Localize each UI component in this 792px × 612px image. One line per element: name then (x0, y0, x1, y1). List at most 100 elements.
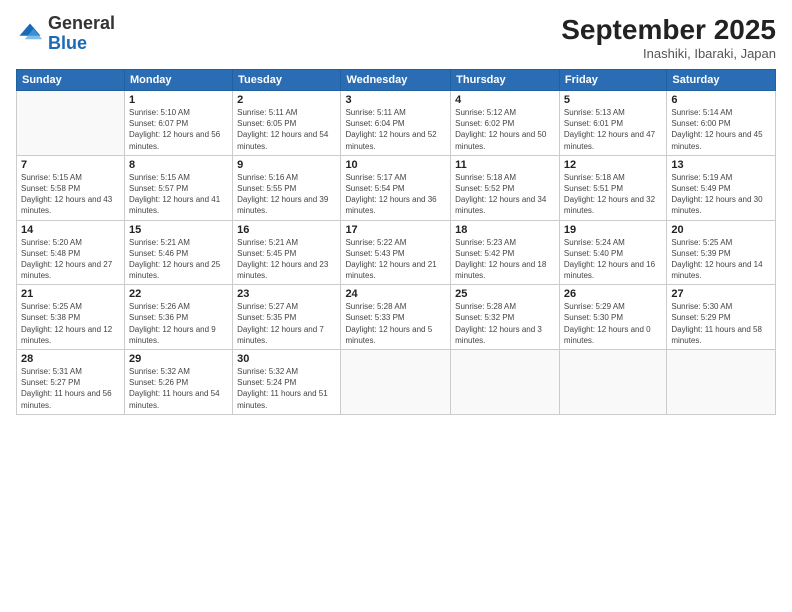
logo-icon (16, 20, 44, 48)
weekday-header: Wednesday (341, 70, 451, 91)
day-info: Sunrise: 5:25 AM Sunset: 5:39 PM Dayligh… (671, 237, 771, 282)
calendar-cell: 23Sunrise: 5:27 AM Sunset: 5:35 PM Dayli… (233, 285, 341, 350)
day-number: 29 (129, 353, 228, 365)
calendar-week-row: 1Sunrise: 5:10 AM Sunset: 6:07 PM Daylig… (17, 91, 776, 156)
weekday-header: Sunday (17, 70, 125, 91)
calendar-cell (341, 350, 451, 415)
day-number: 2 (237, 94, 336, 106)
day-number: 20 (671, 224, 771, 236)
logo-blue: Blue (48, 33, 87, 53)
day-info: Sunrise: 5:24 AM Sunset: 5:40 PM Dayligh… (564, 237, 662, 282)
calendar-cell: 2Sunrise: 5:11 AM Sunset: 6:05 PM Daylig… (233, 91, 341, 156)
day-number: 6 (671, 94, 771, 106)
calendar-week-row: 28Sunrise: 5:31 AM Sunset: 5:27 PM Dayli… (17, 350, 776, 415)
calendar-cell: 13Sunrise: 5:19 AM Sunset: 5:49 PM Dayli… (667, 155, 776, 220)
day-info: Sunrise: 5:14 AM Sunset: 6:00 PM Dayligh… (671, 107, 771, 152)
calendar-cell: 9Sunrise: 5:16 AM Sunset: 5:55 PM Daylig… (233, 155, 341, 220)
calendar-cell: 20Sunrise: 5:25 AM Sunset: 5:39 PM Dayli… (667, 220, 776, 285)
day-number: 7 (21, 159, 120, 171)
calendar-cell: 18Sunrise: 5:23 AM Sunset: 5:42 PM Dayli… (451, 220, 560, 285)
calendar-cell: 10Sunrise: 5:17 AM Sunset: 5:54 PM Dayli… (341, 155, 451, 220)
calendar-cell: 17Sunrise: 5:22 AM Sunset: 5:43 PM Dayli… (341, 220, 451, 285)
calendar-cell: 1Sunrise: 5:10 AM Sunset: 6:07 PM Daylig… (124, 91, 232, 156)
day-info: Sunrise: 5:31 AM Sunset: 5:27 PM Dayligh… (21, 366, 120, 411)
day-number: 25 (455, 288, 555, 300)
day-info: Sunrise: 5:16 AM Sunset: 5:55 PM Dayligh… (237, 172, 336, 217)
logo-general: General (48, 13, 115, 33)
day-info: Sunrise: 5:23 AM Sunset: 5:42 PM Dayligh… (455, 237, 555, 282)
day-info: Sunrise: 5:32 AM Sunset: 5:26 PM Dayligh… (129, 366, 228, 411)
calendar-cell: 8Sunrise: 5:15 AM Sunset: 5:57 PM Daylig… (124, 155, 232, 220)
day-info: Sunrise: 5:12 AM Sunset: 6:02 PM Dayligh… (455, 107, 555, 152)
day-number: 18 (455, 224, 555, 236)
day-number: 14 (21, 224, 120, 236)
calendar-cell (17, 91, 125, 156)
calendar-cell: 28Sunrise: 5:31 AM Sunset: 5:27 PM Dayli… (17, 350, 125, 415)
weekday-header: Thursday (451, 70, 560, 91)
day-info: Sunrise: 5:27 AM Sunset: 5:35 PM Dayligh… (237, 301, 336, 346)
calendar: SundayMondayTuesdayWednesdayThursdayFrid… (16, 69, 776, 415)
calendar-cell (559, 350, 666, 415)
day-info: Sunrise: 5:13 AM Sunset: 6:01 PM Dayligh… (564, 107, 662, 152)
calendar-cell: 29Sunrise: 5:32 AM Sunset: 5:26 PM Dayli… (124, 350, 232, 415)
calendar-week-row: 7Sunrise: 5:15 AM Sunset: 5:58 PM Daylig… (17, 155, 776, 220)
day-info: Sunrise: 5:18 AM Sunset: 5:51 PM Dayligh… (564, 172, 662, 217)
day-number: 23 (237, 288, 336, 300)
day-info: Sunrise: 5:20 AM Sunset: 5:48 PM Dayligh… (21, 237, 120, 282)
day-info: Sunrise: 5:15 AM Sunset: 5:57 PM Dayligh… (129, 172, 228, 217)
day-info: Sunrise: 5:28 AM Sunset: 5:32 PM Dayligh… (455, 301, 555, 346)
weekday-header: Tuesday (233, 70, 341, 91)
calendar-cell: 15Sunrise: 5:21 AM Sunset: 5:46 PM Dayli… (124, 220, 232, 285)
day-info: Sunrise: 5:11 AM Sunset: 6:05 PM Dayligh… (237, 107, 336, 152)
header: General Blue September 2025 Inashiki, Ib… (16, 14, 776, 61)
calendar-cell: 25Sunrise: 5:28 AM Sunset: 5:32 PM Dayli… (451, 285, 560, 350)
day-number: 21 (21, 288, 120, 300)
calendar-cell (451, 350, 560, 415)
logo-text: General Blue (48, 14, 115, 54)
calendar-cell: 4Sunrise: 5:12 AM Sunset: 6:02 PM Daylig… (451, 91, 560, 156)
location: Inashiki, Ibaraki, Japan (561, 46, 776, 61)
calendar-cell (667, 350, 776, 415)
calendar-cell: 3Sunrise: 5:11 AM Sunset: 6:04 PM Daylig… (341, 91, 451, 156)
day-info: Sunrise: 5:21 AM Sunset: 5:45 PM Dayligh… (237, 237, 336, 282)
day-number: 4 (455, 94, 555, 106)
day-number: 26 (564, 288, 662, 300)
day-number: 16 (237, 224, 336, 236)
calendar-cell: 5Sunrise: 5:13 AM Sunset: 6:01 PM Daylig… (559, 91, 666, 156)
calendar-cell: 12Sunrise: 5:18 AM Sunset: 5:51 PM Dayli… (559, 155, 666, 220)
day-number: 28 (21, 353, 120, 365)
day-info: Sunrise: 5:17 AM Sunset: 5:54 PM Dayligh… (345, 172, 446, 217)
day-info: Sunrise: 5:19 AM Sunset: 5:49 PM Dayligh… (671, 172, 771, 217)
day-number: 19 (564, 224, 662, 236)
calendar-cell: 30Sunrise: 5:32 AM Sunset: 5:24 PM Dayli… (233, 350, 341, 415)
day-info: Sunrise: 5:15 AM Sunset: 5:58 PM Dayligh… (21, 172, 120, 217)
calendar-cell: 11Sunrise: 5:18 AM Sunset: 5:52 PM Dayli… (451, 155, 560, 220)
day-info: Sunrise: 5:29 AM Sunset: 5:30 PM Dayligh… (564, 301, 662, 346)
month-title: September 2025 (561, 14, 776, 46)
calendar-cell: 24Sunrise: 5:28 AM Sunset: 5:33 PM Dayli… (341, 285, 451, 350)
day-number: 22 (129, 288, 228, 300)
title-block: September 2025 Inashiki, Ibaraki, Japan (561, 14, 776, 61)
weekday-header: Monday (124, 70, 232, 91)
day-info: Sunrise: 5:30 AM Sunset: 5:29 PM Dayligh… (671, 301, 771, 346)
weekday-header-row: SundayMondayTuesdayWednesdayThursdayFrid… (17, 70, 776, 91)
calendar-cell: 7Sunrise: 5:15 AM Sunset: 5:58 PM Daylig… (17, 155, 125, 220)
calendar-cell: 16Sunrise: 5:21 AM Sunset: 5:45 PM Dayli… (233, 220, 341, 285)
page: General Blue September 2025 Inashiki, Ib… (0, 0, 792, 612)
day-info: Sunrise: 5:32 AM Sunset: 5:24 PM Dayligh… (237, 366, 336, 411)
day-number: 15 (129, 224, 228, 236)
calendar-cell: 26Sunrise: 5:29 AM Sunset: 5:30 PM Dayli… (559, 285, 666, 350)
calendar-week-row: 14Sunrise: 5:20 AM Sunset: 5:48 PM Dayli… (17, 220, 776, 285)
calendar-week-row: 21Sunrise: 5:25 AM Sunset: 5:38 PM Dayli… (17, 285, 776, 350)
calendar-cell: 22Sunrise: 5:26 AM Sunset: 5:36 PM Dayli… (124, 285, 232, 350)
day-number: 30 (237, 353, 336, 365)
logo: General Blue (16, 14, 115, 54)
day-number: 24 (345, 288, 446, 300)
day-number: 13 (671, 159, 771, 171)
day-info: Sunrise: 5:10 AM Sunset: 6:07 PM Dayligh… (129, 107, 228, 152)
day-number: 17 (345, 224, 446, 236)
day-number: 10 (345, 159, 446, 171)
day-info: Sunrise: 5:22 AM Sunset: 5:43 PM Dayligh… (345, 237, 446, 282)
day-number: 11 (455, 159, 555, 171)
day-info: Sunrise: 5:26 AM Sunset: 5:36 PM Dayligh… (129, 301, 228, 346)
